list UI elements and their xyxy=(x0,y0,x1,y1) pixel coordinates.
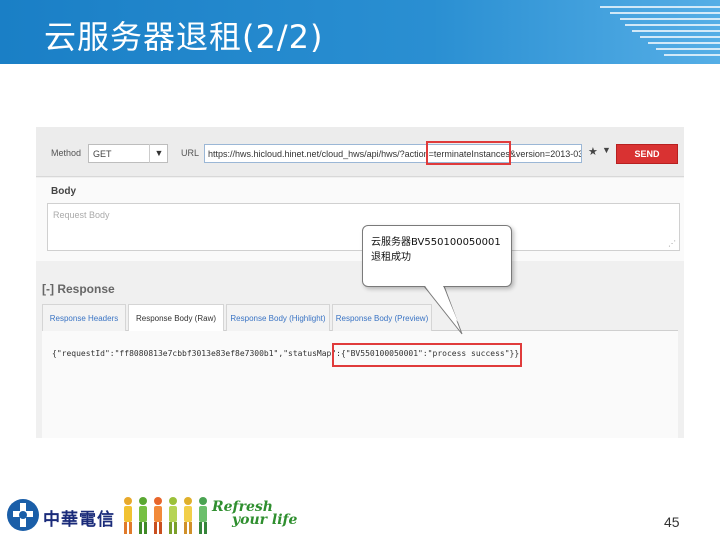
cht-logo-icon xyxy=(7,499,39,531)
people-logo-icon xyxy=(124,497,207,534)
page-number: 45 xyxy=(664,514,680,530)
slogan-line-2: your life xyxy=(232,512,298,528)
callout-pointer-cover xyxy=(425,286,458,322)
company-logo-text: 中華電信 xyxy=(43,510,115,530)
